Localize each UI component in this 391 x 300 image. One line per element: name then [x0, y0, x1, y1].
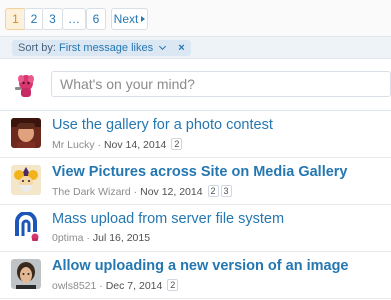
sort-filter-chip[interactable]: Sort by: First message likes ×: [12, 40, 191, 56]
user-avatar: [10, 71, 40, 101]
remove-filter-icon[interactable]: ×: [178, 42, 184, 54]
thread-composer: What's on your mind?: [0, 59, 391, 111]
whats-on-your-mind-input[interactable]: What's on your mind?: [51, 71, 391, 97]
next-page-button[interactable]: Next: [111, 8, 148, 30]
thread-author-link[interactable]: Mr Lucky: [52, 139, 95, 151]
avatar: [11, 212, 41, 242]
thread-page-link[interactable]: 2: [167, 279, 179, 291]
thread-row[interactable]: Mass upload from server file system 0pti…: [0, 205, 391, 252]
page-2-button[interactable]: 2: [24, 8, 44, 30]
thread-title-link[interactable]: View Pictures across Site on Media Galle…: [52, 164, 348, 180]
chevron-down-icon: [159, 42, 167, 51]
thread-page-link[interactable]: 2: [171, 138, 183, 150]
page-jump-ellipsis[interactable]: …: [62, 8, 86, 30]
thread-meta: The Dark Wizard · Nov 12, 2014 23: [52, 185, 232, 198]
thread-page-link[interactable]: 3: [220, 185, 232, 197]
avatar: [11, 259, 41, 289]
thread-date: Nov 14, 2014: [103, 139, 167, 151]
thread-author-link[interactable]: owls8521: [52, 280, 96, 292]
thread-date: Nov 12, 2014: [140, 186, 203, 198]
thread-row[interactable]: View Pictures across Site on Media Galle…: [0, 158, 391, 205]
page-3-button[interactable]: 3: [42, 8, 63, 30]
thread-title-link[interactable]: Use the gallery for a photo contest: [52, 117, 273, 133]
thread-meta: Mr Lucky · Nov 14, 2014 2: [52, 138, 183, 151]
thread-title-link[interactable]: Mass upload from server file system: [52, 211, 284, 227]
page-6-button[interactable]: 6: [86, 8, 106, 30]
next-label: Next: [113, 12, 139, 26]
thread-meta: owls8521 · Dec 7, 2014 2: [52, 279, 179, 292]
avatar: [11, 165, 41, 195]
thread-author-link[interactable]: 0ptima: [52, 232, 84, 244]
thread-title-link[interactable]: Allow uploading a new version of an imag…: [52, 258, 349, 274]
chevron-right-icon: [141, 16, 146, 22]
page-1-button[interactable]: 1: [5, 8, 26, 30]
thread-date: Dec 7, 2014: [105, 280, 163, 292]
sort-value: First message likes: [58, 42, 154, 54]
thread-meta: 0ptima · Jul 16, 2015: [52, 232, 151, 244]
thread-row[interactable]: Allow uploading a new version of an imag…: [0, 252, 391, 299]
filter-bar: Sort by: First message likes ×: [0, 36, 391, 59]
pagination: 1 2 3 … 6 Next: [0, 0, 391, 36]
thread-row[interactable]: Use the gallery for a photo contest Mr L…: [0, 111, 391, 158]
thread-author-link[interactable]: The Dark Wizard: [52, 186, 131, 198]
thread-date: Jul 16, 2015: [92, 232, 151, 244]
sort-prefix: Sort by:: [18, 42, 56, 54]
thread-page-link[interactable]: 2: [207, 185, 219, 197]
avatar: [11, 118, 41, 148]
